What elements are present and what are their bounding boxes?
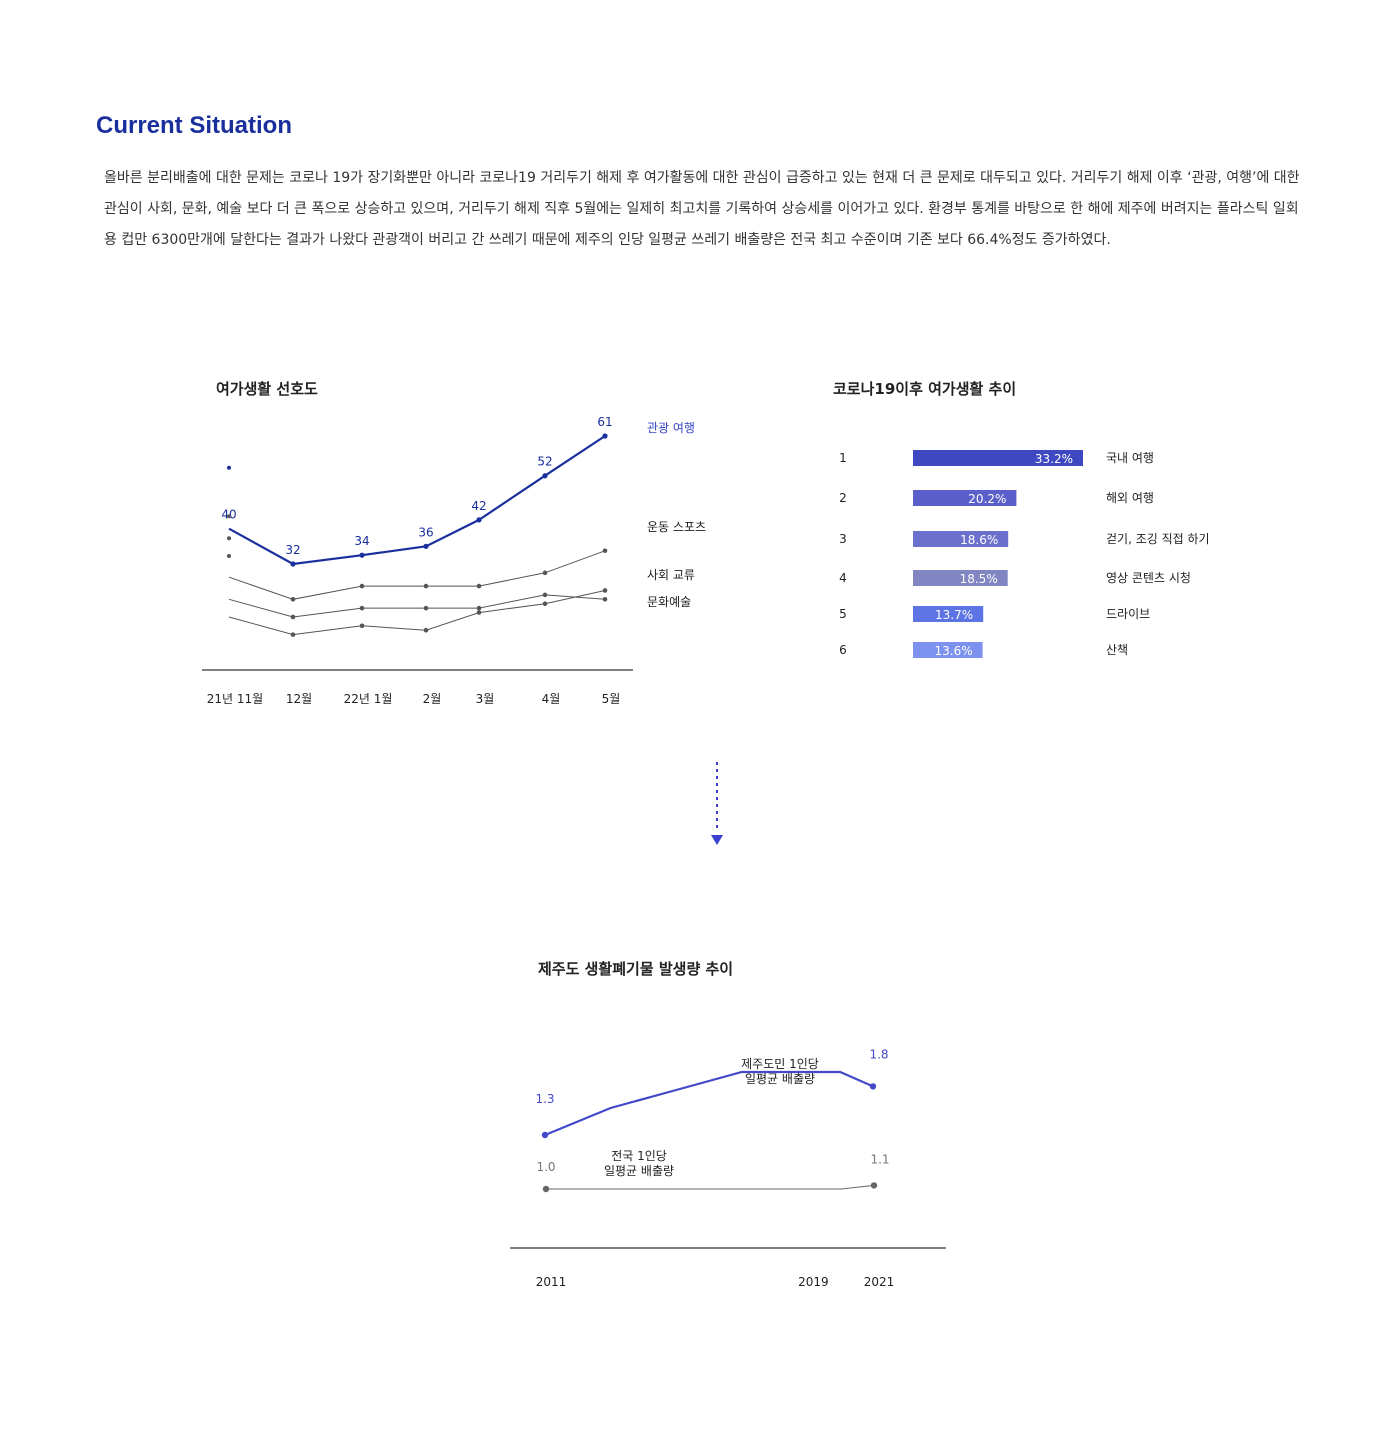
- data-label: 1.8: [869, 1047, 888, 1061]
- data-label: 1.3: [535, 1092, 554, 1106]
- data-point: [542, 1185, 550, 1193]
- series-line: [544, 1070, 874, 1137]
- series-name-label: 제주도민 1인당: [741, 1057, 819, 1071]
- x-tick-label: 2021: [864, 1275, 895, 1289]
- series-name-label: 전국 1인당: [611, 1149, 667, 1163]
- x-tick-label: 2019: [798, 1275, 829, 1289]
- data-point: [870, 1182, 878, 1189]
- x-tick-label: 2011: [536, 1275, 567, 1289]
- series-line: [546, 1184, 875, 1190]
- data-label: 1.0: [536, 1160, 555, 1174]
- data-point: [541, 1131, 549, 1139]
- series-name-label: 일평균 배출량: [604, 1164, 674, 1178]
- series-name-label: 일평균 배출량: [745, 1072, 815, 1086]
- data-label: 1.1: [870, 1152, 889, 1166]
- data-point: [869, 1083, 877, 1090]
- waste-trend-line-chart: 2011 2019 20211.31.8제주도민 1인당일평균 배출량1.01.1전…: [510, 1047, 946, 1289]
